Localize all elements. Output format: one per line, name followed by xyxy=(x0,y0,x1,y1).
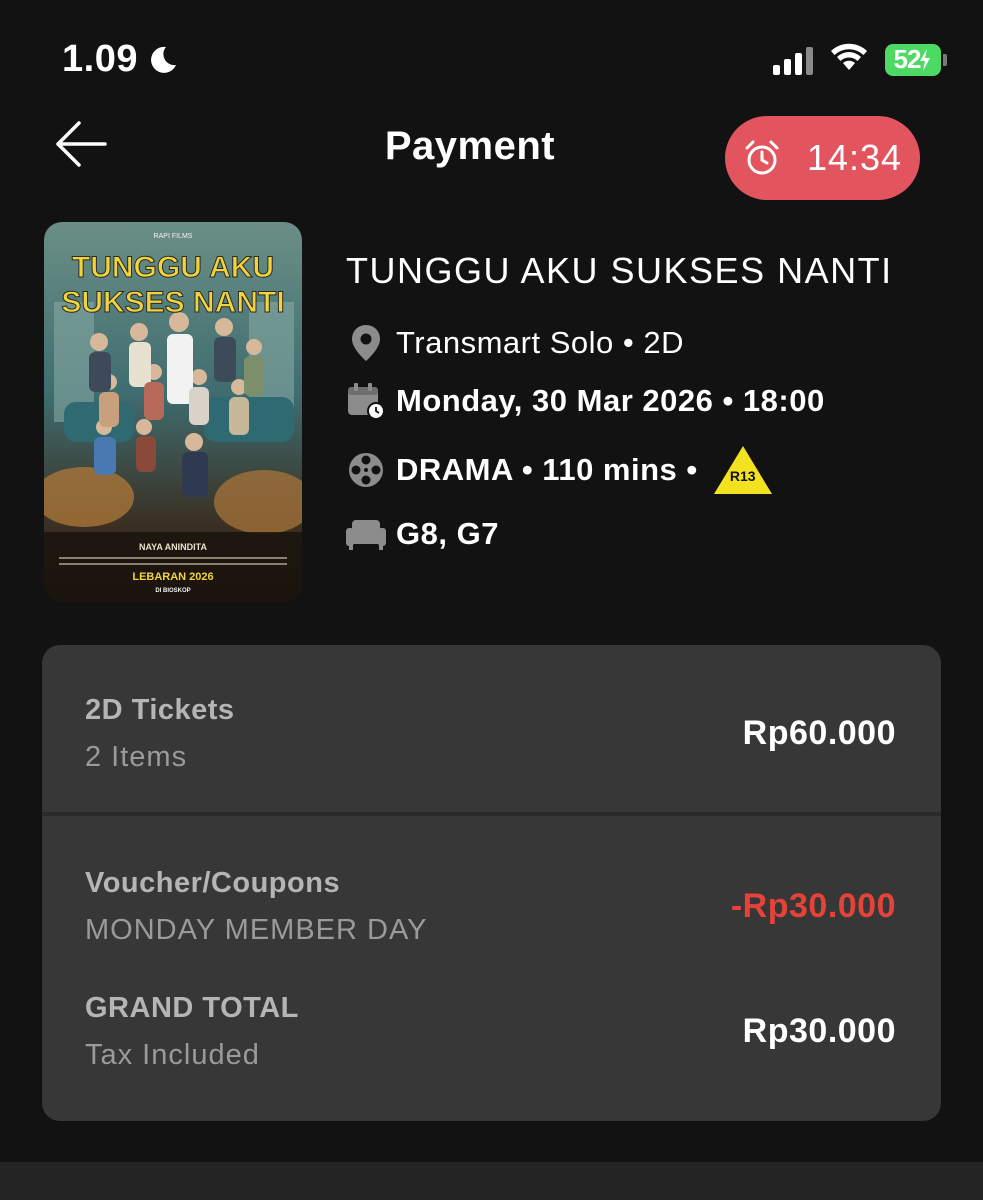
status-time-text: 1.09 xyxy=(62,38,138,80)
age-rating-badge: R13 xyxy=(712,444,774,496)
poster-release: LEBARAN 2026 xyxy=(132,571,213,583)
genre-duration-text: DRAMA • 110 mins • xyxy=(396,452,698,487)
movie-poster: TUNGGU AKU SUKSES NANTI RAPI FILMS NAYA … xyxy=(44,222,302,602)
tax-included-note: Tax Included xyxy=(85,1039,260,1071)
location-pin-icon xyxy=(346,323,386,363)
poster-studio: RAPI FILMS xyxy=(154,233,193,240)
timer-text: 14:34 xyxy=(806,137,903,178)
sofa-seat-icon xyxy=(346,514,386,554)
datetime-row: Monday, 30 Mar 2026 • 18:00 xyxy=(346,381,825,421)
moon-icon xyxy=(148,45,178,75)
card-divider xyxy=(42,812,941,816)
age-rating-label: R13 xyxy=(729,468,756,484)
tickets-label: 2D Tickets xyxy=(85,694,235,726)
wifi-icon xyxy=(829,42,869,77)
cellular-signal-icon xyxy=(773,45,813,75)
bottom-panel xyxy=(0,1162,983,1200)
status-indicators: 52 xyxy=(773,42,947,77)
poster-director: NAYA ANINDITA xyxy=(139,542,208,552)
grand-total-amount: Rp30.000 xyxy=(742,1012,896,1050)
voucher-name: MONDAY MEMBER DAY xyxy=(85,914,428,946)
seats-text: G8, G7 xyxy=(396,516,499,551)
tickets-count: 2 Items xyxy=(85,741,188,773)
seats-row: G8, G7 xyxy=(346,514,499,554)
voucher-label: Voucher/Coupons xyxy=(85,867,341,899)
location-text: Transmart Solo • 2D xyxy=(396,325,684,360)
film-reel-icon xyxy=(346,450,386,490)
payment-summary-card: 2D Tickets 2 Items Rp60.000 Voucher/Coup… xyxy=(42,645,941,1121)
genre-row: DRAMA • 110 mins • R13 xyxy=(346,444,774,496)
movie-title: TUNGGU AKU SUKSES NANTI xyxy=(346,250,893,291)
tickets-amount: Rp60.000 xyxy=(742,714,896,752)
voucher-amount: -Rp30.000 xyxy=(730,887,896,925)
battery-icon: 52 xyxy=(885,43,947,76)
poster-title-line1: TUNGGU AKU xyxy=(72,251,274,284)
location-row: Transmart Solo • 2D xyxy=(346,323,684,363)
calendar-clock-icon xyxy=(346,381,386,421)
grand-total-label: GRAND TOTAL xyxy=(85,992,299,1024)
alarm-clock-icon xyxy=(745,140,779,175)
countdown-timer: 14:34 xyxy=(725,116,920,200)
status-time: 1.09 xyxy=(62,38,178,81)
datetime-text: Monday, 30 Mar 2026 • 18:00 xyxy=(396,383,825,418)
poster-release-sub: DI BIOSKOP xyxy=(155,588,190,594)
battery-level: 52 xyxy=(893,44,922,74)
poster-title-line2: SUKSES NANTI xyxy=(61,286,284,319)
